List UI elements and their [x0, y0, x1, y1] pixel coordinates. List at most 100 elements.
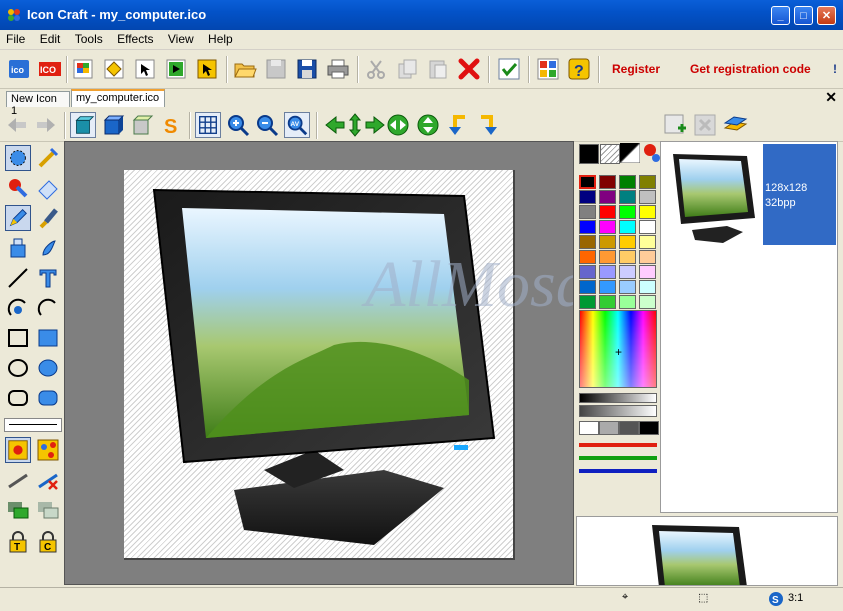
- palette-swatch[interactable]: [619, 265, 636, 279]
- palette-swatch[interactable]: [639, 205, 656, 219]
- print-icon[interactable]: [325, 56, 351, 82]
- palette-swatch[interactable]: [579, 235, 596, 249]
- palette-swatch[interactable]: [599, 280, 616, 294]
- text-tool-icon[interactable]: [35, 265, 61, 291]
- curve-filled-icon[interactable]: [5, 295, 31, 321]
- close-window-button[interactable]: ✕: [817, 6, 836, 25]
- palette-swatch[interactable]: [579, 175, 596, 189]
- palette-swatch[interactable]: [579, 295, 596, 309]
- no-antialias-icon[interactable]: [35, 467, 61, 493]
- palette-swatch[interactable]: [599, 250, 616, 264]
- get-registration-code-link[interactable]: Get registration code: [690, 62, 811, 76]
- new-ico-icon[interactable]: ico: [6, 56, 32, 82]
- transparent-color-swatch[interactable]: [600, 144, 620, 164]
- palette-swatch[interactable]: [599, 190, 616, 204]
- cursor-icon[interactable]: [132, 56, 158, 82]
- tab-my-computer[interactable]: my_computer.ico: [71, 89, 165, 107]
- dots-pattern-icon[interactable]: [35, 437, 61, 463]
- palette-swatch[interactable]: [619, 190, 636, 204]
- rounded-rectangle-icon[interactable]: [5, 385, 31, 411]
- blue-channel-slider[interactable]: [579, 469, 657, 473]
- cube-icon[interactable]: [99, 112, 125, 138]
- tab-new-icon-1[interactable]: New Icon 1: [6, 91, 70, 117]
- palette-swatch[interactable]: [579, 190, 596, 204]
- more-link[interactable]: !: [833, 62, 837, 76]
- format-item-128[interactable]: 128x128 32bpp: [763, 144, 836, 245]
- palette-swatch[interactable]: [619, 280, 636, 294]
- copy-icon[interactable]: [394, 56, 420, 82]
- ellipse-icon[interactable]: [5, 355, 31, 381]
- register-link[interactable]: Register: [612, 62, 660, 76]
- filled-rectangle-icon[interactable]: [35, 325, 61, 351]
- palette-swatch[interactable]: [619, 205, 636, 219]
- red-dot-icon[interactable]: [5, 437, 31, 463]
- close-tab-icon[interactable]: ✕: [825, 89, 837, 106]
- checkmark-icon[interactable]: [496, 56, 522, 82]
- spray-icon[interactable]: [35, 235, 61, 261]
- color-picker-icon[interactable]: [5, 175, 31, 201]
- icon-canvas[interactable]: [124, 170, 515, 560]
- palette-swatch[interactable]: [619, 295, 636, 309]
- palette-swatch[interactable]: [599, 220, 616, 234]
- alpha-bar[interactable]: [579, 405, 657, 417]
- palette-swatch[interactable]: [619, 175, 636, 189]
- eraser-icon[interactable]: [35, 175, 61, 201]
- lock-c-icon[interactable]: C: [35, 529, 61, 555]
- save-disabled-icon[interactable]: [263, 56, 289, 82]
- line-icon[interactable]: [5, 265, 31, 291]
- palette-swatch[interactable]: [579, 265, 596, 279]
- gray-swatch-1[interactable]: [579, 421, 599, 435]
- palette-swatch[interactable]: [599, 175, 616, 189]
- menu-tools[interactable]: Tools: [69, 30, 108, 46]
- rectangle-icon[interactable]: [5, 325, 31, 351]
- palette-swatch[interactable]: [599, 235, 616, 249]
- open-folder-icon[interactable]: [232, 56, 258, 82]
- palette-swatch[interactable]: [599, 205, 616, 219]
- brush-icon[interactable]: [35, 205, 61, 231]
- palette-swatch[interactable]: [599, 265, 616, 279]
- palette-swatch[interactable]: [639, 220, 656, 234]
- brightness-bar[interactable]: [579, 393, 657, 403]
- cube-outline-icon[interactable]: [128, 112, 154, 138]
- paste-icon[interactable]: [425, 56, 451, 82]
- gray-swatch-2[interactable]: [599, 421, 619, 435]
- menu-file[interactable]: File: [0, 30, 30, 46]
- icon-library-icon[interactable]: [535, 56, 561, 82]
- palette-swatch[interactable]: [639, 250, 656, 264]
- palette-swatch[interactable]: [579, 280, 596, 294]
- diamond-icon[interactable]: [101, 56, 127, 82]
- fill-bucket-icon[interactable]: [5, 235, 31, 261]
- lock-t-icon[interactable]: T: [5, 529, 31, 555]
- screen-color-icon[interactable]: [620, 143, 640, 163]
- menu-effects[interactable]: Effects: [111, 30, 158, 46]
- red-channel-slider[interactable]: [579, 443, 657, 447]
- green-channel-slider[interactable]: [579, 456, 657, 460]
- palette-swatch[interactable]: [639, 175, 656, 189]
- menu-edit[interactable]: Edit: [34, 30, 66, 46]
- palette-swatch[interactable]: [619, 220, 636, 234]
- maximize-button[interactable]: □: [794, 6, 813, 25]
- actual-size-icon[interactable]: AV: [284, 112, 310, 138]
- palette-swatch[interactable]: [599, 295, 616, 309]
- palette-swatch[interactable]: [579, 250, 596, 264]
- color-dropper-icon[interactable]: [640, 143, 660, 163]
- cursor-yellow-icon[interactable]: [194, 56, 220, 82]
- palette-swatch[interactable]: [639, 265, 656, 279]
- rotate-down-right-icon[interactable]: [475, 112, 501, 138]
- ellipse-select-icon[interactable]: [5, 145, 31, 171]
- palette-swatch[interactable]: [579, 220, 596, 234]
- rotate-left-icon[interactable]: [4, 112, 30, 138]
- rotate-right-icon[interactable]: [33, 112, 59, 138]
- transparent-layer-icon[interactable]: [35, 497, 61, 523]
- antialias-line-icon[interactable]: [5, 467, 31, 493]
- flip-vertical-icon[interactable]: [415, 112, 441, 138]
- curve-icon[interactable]: [35, 295, 61, 321]
- layer-cube-icon[interactable]: [70, 112, 96, 138]
- gray-swatch-3[interactable]: [619, 421, 639, 435]
- palette-swatch[interactable]: [619, 250, 636, 264]
- palette-swatch[interactable]: [579, 205, 596, 219]
- format-thumbnail[interactable]: [667, 148, 757, 244]
- new-ico-red-icon[interactable]: ICO: [37, 56, 63, 82]
- line-width-selector[interactable]: [4, 418, 62, 432]
- smooth-s-icon[interactable]: S: [158, 112, 184, 138]
